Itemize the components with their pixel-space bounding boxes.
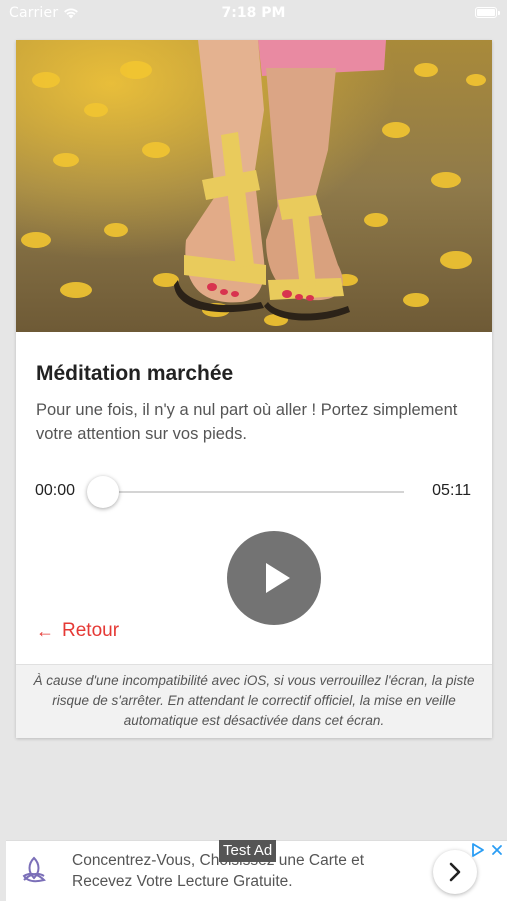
duration: 05:11 xyxy=(432,482,471,499)
back-label: Retour xyxy=(62,620,120,641)
play-icon xyxy=(265,563,290,593)
back-button[interactable]: ← Retour xyxy=(36,620,119,642)
play-button[interactable] xyxy=(227,531,321,625)
progress-slider-thumb[interactable] xyxy=(87,476,119,508)
chevron-right-icon xyxy=(449,862,461,882)
session-title: Méditation marchée xyxy=(36,362,234,385)
ad-logo-icon xyxy=(22,856,46,883)
ios-notice: À cause d'une incompatibilité avec iOS, … xyxy=(16,664,492,738)
status-bar: Carrier 7:18 PM xyxy=(0,0,507,28)
battery-icon xyxy=(475,7,500,18)
adchoices-icon[interactable] xyxy=(471,843,485,857)
walking-feet-photo xyxy=(16,40,492,332)
arrow-left-icon: ← xyxy=(36,621,54,641)
ad-banner[interactable]: Concentrez-Vous, Choisissez une Carte et… xyxy=(6,840,507,901)
session-card: Méditation marchée Pour une fois, il n'y… xyxy=(16,40,492,738)
hero-image xyxy=(16,40,492,332)
progress-slider-track[interactable] xyxy=(102,491,404,493)
session-description: Pour une fois, il n'y a nul part où alle… xyxy=(36,401,458,443)
current-time: 00:00 xyxy=(35,482,76,499)
status-time: 7:18 PM xyxy=(221,5,286,21)
ad-choices[interactable] xyxy=(471,843,503,857)
ad-close-icon[interactable] xyxy=(491,844,503,856)
test-ad-label: Test Ad xyxy=(219,840,277,862)
